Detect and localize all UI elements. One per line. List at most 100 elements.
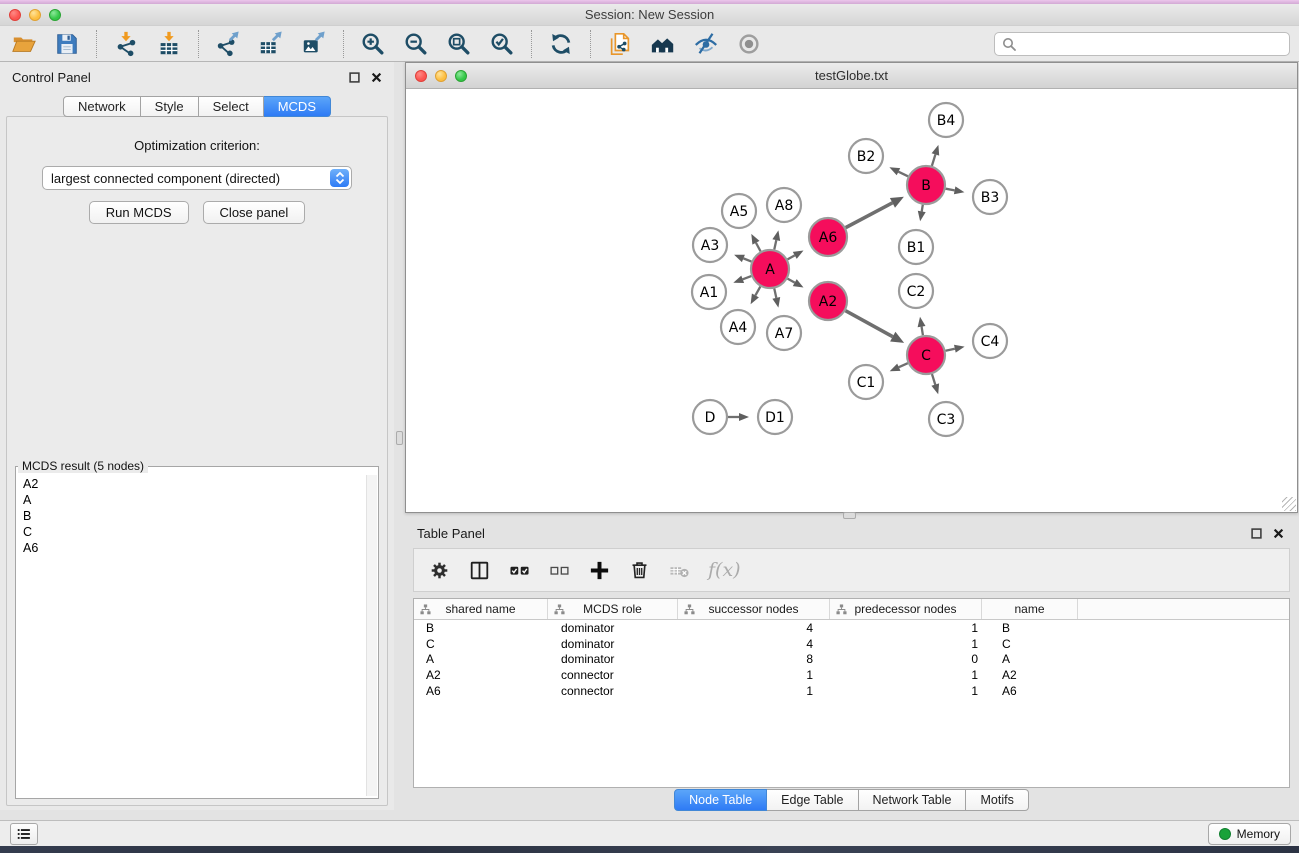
table-cell: 1 (830, 684, 982, 698)
mcds-result-item[interactable]: B (23, 508, 378, 524)
edge-arrowhead (793, 251, 804, 259)
table-tab-edge-table[interactable]: Edge Table (767, 789, 858, 811)
memory-status-icon (1219, 828, 1231, 840)
export-image-button[interactable] (296, 28, 332, 60)
table-row[interactable]: Bdominator41B (414, 620, 1289, 636)
graph-node-label-C3: C3 (937, 412, 956, 428)
save-session-button[interactable] (49, 28, 85, 60)
show-selected-icon (736, 31, 762, 57)
mcds-result-list: A2ABCA6 (16, 473, 378, 556)
tab-style[interactable]: Style (141, 96, 199, 117)
graph-node-label-C1: C1 (857, 375, 876, 391)
table-row[interactable]: A6connector11A6 (414, 683, 1289, 699)
run-mcds-button[interactable]: Run MCDS (89, 201, 189, 224)
show-selected-button[interactable] (731, 28, 767, 60)
column-header-MCDS-role[interactable]: MCDS role (548, 599, 678, 619)
memory-button[interactable]: Memory (1208, 823, 1291, 845)
mcds-result-item[interactable]: A6 (23, 540, 378, 556)
add-column-button[interactable] (588, 559, 611, 582)
graph-edge-C-C3 (932, 374, 935, 385)
edge-arrowhead (890, 364, 901, 372)
import-network-icon (113, 31, 139, 57)
table-tab-network-table[interactable]: Network Table (859, 789, 967, 811)
search-input[interactable] (1016, 35, 1289, 53)
edge-arrowhead (918, 211, 926, 222)
tab-mcds[interactable]: MCDS (264, 96, 331, 117)
table-cell: A (414, 652, 548, 666)
close-panel-button[interactable]: Close panel (203, 201, 306, 224)
table-settings-icon (428, 559, 451, 582)
zoom-selected-button[interactable] (484, 28, 520, 60)
tab-select[interactable]: Select (199, 96, 264, 117)
graph-node-label-B: B (921, 178, 931, 194)
graph-edge-C-C2 (922, 327, 923, 336)
zoom-out-button[interactable] (398, 28, 434, 60)
column-header-predecessor-nodes[interactable]: predecessor nodes (830, 599, 982, 619)
table-cell: 1 (678, 684, 830, 698)
mcds-result-box: MCDS result (5 nodes) A2ABCA6 (15, 459, 379, 799)
table-row[interactable]: A2connector11A2 (414, 667, 1289, 683)
column-header-shared-name[interactable]: shared name (414, 599, 548, 619)
mcds-result-item[interactable]: A (23, 492, 378, 508)
table-cell: 1 (830, 621, 982, 635)
graph-node-label-D: D (705, 410, 716, 426)
close-panel-icon[interactable] (371, 72, 382, 83)
table-body: Bdominator41BCdominator41CAdominator80AA… (414, 620, 1289, 699)
zoom-in-button[interactable] (355, 28, 391, 60)
table-tab-node-table[interactable]: Node Table (674, 789, 767, 811)
vertical-splitter-handle[interactable] (396, 431, 403, 445)
table-cell: 8 (678, 652, 830, 666)
export-network-button[interactable] (210, 28, 246, 60)
graph-edge-C-C4 (946, 349, 955, 351)
edge-arrowhead (751, 234, 759, 245)
show-graphics-details-button[interactable] (645, 28, 681, 60)
delete-table-button (668, 559, 691, 582)
search-box[interactable] (994, 32, 1290, 56)
table-settings-button[interactable] (428, 559, 451, 582)
column-header-name[interactable]: name (982, 599, 1078, 619)
toolbar-separator (96, 30, 97, 58)
graph-edge-A-A1 (743, 276, 752, 279)
graph-node-label-A5: A5 (730, 204, 748, 220)
memory-label: Memory (1237, 827, 1280, 841)
tab-network[interactable]: Network (63, 96, 141, 117)
result-scrollbar[interactable] (366, 475, 377, 796)
table-cell: dominator (548, 637, 678, 651)
table-close-panel-icon[interactable] (1273, 528, 1284, 539)
deselect-all-rows-button[interactable] (548, 559, 571, 582)
table-float-panel-icon[interactable] (1251, 528, 1262, 539)
select-all-rows-button[interactable] (508, 559, 531, 582)
hide-selected-button[interactable] (688, 28, 724, 60)
refresh-network-button[interactable] (543, 28, 579, 60)
import-table-button[interactable] (151, 28, 187, 60)
table-row[interactable]: Adominator80A (414, 652, 1289, 668)
horizontal-splitter-handle[interactable] (843, 512, 856, 519)
column-header-successor-nodes[interactable]: successor nodes (678, 599, 830, 619)
column-layout-button[interactable] (468, 559, 491, 582)
window-resize-grip[interactable] (1282, 497, 1296, 511)
float-panel-icon[interactable] (349, 72, 360, 83)
table-tab-motifs[interactable]: Motifs (966, 789, 1028, 811)
table-row[interactable]: Cdominator41C (414, 636, 1289, 652)
graph-edge-A-A6 (788, 255, 795, 259)
open-session-button[interactable] (6, 28, 42, 60)
import-network-button[interactable] (108, 28, 144, 60)
edge-arrowhead (772, 230, 780, 241)
toolbar-separator (590, 30, 591, 58)
hierarchy-icon (684, 604, 695, 615)
mcds-result-item[interactable]: C (23, 524, 378, 540)
table-cell: C (414, 637, 548, 651)
graph-edge-A-A8 (774, 240, 776, 249)
optimization-criterion-select[interactable]: largest connected component (directed) (42, 166, 352, 190)
export-table-button[interactable] (253, 28, 289, 60)
zoom-fit-button[interactable] (441, 28, 477, 60)
network-canvas[interactable]: B4B2BB3A5A8A6B1A3AC2A1A2A4A7C4CC1DD1C3 (406, 89, 1297, 512)
delete-column-button[interactable] (628, 559, 651, 582)
graph-node-label-B2: B2 (857, 149, 876, 165)
task-history-button[interactable] (10, 823, 38, 845)
edge-arrowhead (931, 383, 939, 394)
new-network-from-selection-button[interactable] (602, 28, 638, 60)
table-cell: 1 (830, 668, 982, 682)
mcds-result-item[interactable]: A2 (23, 476, 378, 492)
zoom-in-icon (360, 31, 386, 57)
